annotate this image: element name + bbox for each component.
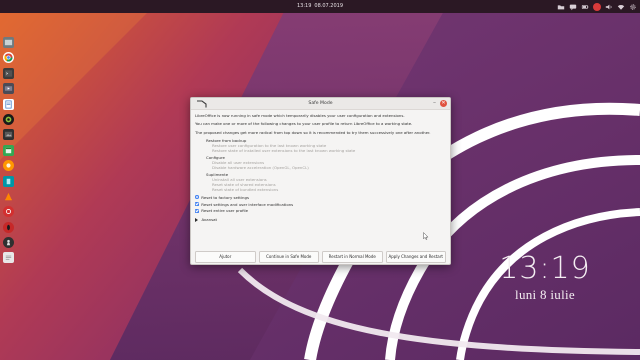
system-tray	[557, 1, 637, 12]
text-editor-icon[interactable]	[2, 252, 14, 264]
chess-icon[interactable]	[2, 237, 14, 249]
settings-icon[interactable]	[629, 3, 637, 11]
advanced-label: Avansat	[201, 217, 218, 223]
desktop-clock-date: luni 8 iulie	[515, 287, 575, 302]
desktop-clock-widget: 13:19 luni 8 iulie	[480, 252, 610, 303]
teal-app-icon[interactable]	[2, 175, 14, 187]
reset-factory-radio[interactable]: Reset to factory settings	[195, 194, 446, 201]
advanced-expander[interactable]: Avansat	[195, 217, 446, 222]
chrome-icon[interactable]	[2, 52, 14, 64]
panel-date: 08.07.2019	[314, 3, 344, 9]
checkbox-checked-icon[interactable]	[195, 208, 199, 213]
volume-icon[interactable]	[605, 3, 613, 11]
reset-profile-label: Reset entire user profile	[201, 208, 249, 214]
dialog-titlebar[interactable]: Safe Mode – ✕	[191, 98, 450, 110]
orange-app-icon[interactable]	[2, 160, 14, 172]
notification-badge-icon[interactable]	[593, 2, 601, 11]
note-text: The proposed changes get more radical fr…	[195, 129, 431, 135]
reset-factory-label: Reset to factory settings	[201, 194, 249, 200]
restart-normal-mode-button[interactable]: Restart in Normal Mode	[322, 251, 383, 263]
mouse-cursor-icon	[423, 232, 429, 240]
libreoffice-writer-icon[interactable]	[2, 98, 14, 110]
radio-selected-icon[interactable]	[195, 195, 199, 200]
safe-mode-dialog: Safe Mode – ✕ LibreOffice is now running…	[190, 97, 451, 265]
folder-icon[interactable]	[557, 3, 565, 11]
apply-and-restart-button[interactable]: Apply Changes and Restart	[385, 251, 446, 263]
dialog-body: LibreOffice is now running in safe mode …	[191, 110, 450, 222]
checkbox-checked-icon[interactable]	[195, 202, 199, 207]
battery-icon[interactable]	[581, 3, 589, 11]
gnome-tweaks-icon[interactable]	[2, 113, 14, 125]
calendar-icon[interactable]	[2, 144, 14, 156]
desktop-clock-time: 13:19	[499, 251, 591, 286]
restore-group: Restore from backup Restore user configu…	[206, 138, 446, 153]
application-dock	[0, 37, 16, 268]
reset-settings-label: Reset settings and user interface modifi…	[201, 201, 294, 207]
minimize-button[interactable]: –	[431, 100, 438, 107]
help-button[interactable]: Ajutor	[195, 251, 256, 263]
intro-text: LibreOffice is now running in safe mode …	[195, 113, 405, 118]
expander-arrow-icon	[195, 217, 198, 222]
terminal-icon[interactable]	[2, 67, 14, 79]
file-manager-icon[interactable]	[2, 37, 14, 48]
deinstall-group: Suplimente Uninstall all user extensions…	[206, 172, 446, 192]
reset-profile-checkbox[interactable]: Reset entire user profile	[195, 208, 446, 215]
top-panel: 13:19 08.07.2019	[0, 0, 640, 13]
red-app-icon[interactable]	[2, 206, 14, 218]
vlc-icon[interactable]	[3, 191, 14, 202]
panel-time: 13:19	[296, 3, 312, 9]
reset-settings-checkbox[interactable]: Reset settings and user interface modifi…	[195, 201, 446, 208]
dialog-title: Safe Mode	[308, 101, 333, 106]
close-icon: ✕	[441, 100, 446, 106]
wifi-icon[interactable]	[617, 3, 625, 11]
video-editor-icon[interactable]	[2, 83, 14, 95]
configure-group: Configure Disable all user extensions Di…	[206, 155, 446, 170]
image-viewer-icon[interactable]	[2, 129, 14, 141]
opera-icon[interactable]	[2, 221, 14, 233]
dialog-button-row: Ajutor Continue in Safe Mode Restart in …	[195, 251, 446, 263]
instruction-text: You can make one or more of the followin…	[195, 121, 413, 127]
chat-icon[interactable]	[569, 3, 577, 11]
close-button[interactable]: ✕	[440, 100, 447, 107]
panel-clock[interactable]: 13:19 08.07.2019	[0, 0, 640, 13]
continue-safe-mode-button[interactable]: Continue in Safe Mode	[258, 251, 319, 263]
